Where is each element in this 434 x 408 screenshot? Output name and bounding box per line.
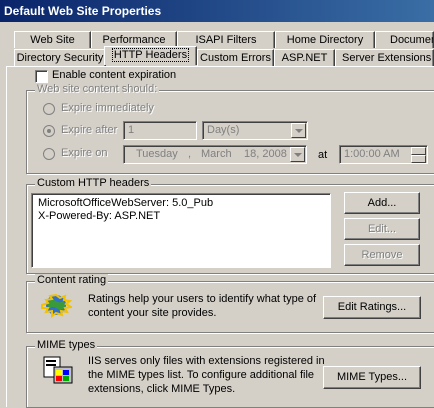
window-title: Default Web Site Properties — [0, 0, 434, 22]
list-item[interactable]: X-Powered-By: ASP.NET — [38, 210, 324, 223]
date-day-year: 18, 2008 — [244, 148, 287, 160]
content-rating-text-line1: Ratings help your users to identify what… — [88, 293, 317, 305]
tab-label: Documents — [390, 34, 433, 46]
tab-label: ASP.NET — [281, 52, 328, 64]
enable-expiration-checkbox[interactable] — [35, 70, 48, 83]
date-day: Tuesday — [136, 148, 178, 160]
mime-types-icon — [43, 356, 73, 384]
expire-immediately-radio[interactable] — [43, 103, 55, 115]
tab-custom-errors[interactable]: Custom Errors — [197, 49, 274, 66]
tab-label: HTTP Headers — [111, 48, 190, 62]
tab-directory-security[interactable]: Directory Security — [14, 49, 106, 66]
custom-headers-legend: Custom HTTP headers — [35, 177, 152, 189]
expire-immediately-label: Expire immediately — [61, 102, 154, 114]
mime-text-line2: the MIME types list. To configure additi… — [88, 369, 315, 381]
mime-types-legend: MIME types — [35, 339, 98, 351]
spin-up-icon[interactable] — [411, 147, 426, 155]
tab-label: Custom Errors — [200, 52, 271, 64]
expire-on-radio[interactable] — [43, 148, 55, 160]
content-rating-icon — [41, 293, 72, 318]
mime-types-button[interactable]: MIME Types... — [323, 366, 421, 389]
remove-header-button[interactable]: Remove — [344, 244, 420, 266]
chevron-down-icon[interactable] — [290, 147, 305, 162]
tab-label: Home Directory — [286, 34, 364, 46]
date-sep: , — [188, 148, 192, 160]
tab-web-site[interactable]: Web Site — [14, 31, 91, 48]
tab-documents[interactable]: Documents — [375, 31, 434, 48]
at-label: at — [318, 149, 328, 161]
tab-home-directory[interactable]: Home Directory — [275, 31, 375, 48]
tab-label: Performance — [102, 34, 166, 46]
enable-expiration-label: Enable content expiration — [52, 69, 177, 81]
expire-on-time-input[interactable]: 1:00:00 AM — [339, 145, 428, 164]
expire-after-unit-select[interactable]: Day(s) — [202, 121, 308, 140]
tab-label: ISAPI Filters — [195, 34, 257, 46]
expire-on-label: Expire on — [61, 147, 108, 159]
expire-after-value-input[interactable]: 1 — [123, 121, 197, 140]
tab-http-headers[interactable]: HTTP Headers — [104, 46, 197, 65]
time-value: 1:00:00 AM — [344, 148, 400, 160]
expire-on-date-picker[interactable]: Tuesday , March 18, 2008 — [123, 145, 307, 164]
content-rating-text-line2: content your site provides. — [88, 307, 217, 319]
tab-label: Web Site — [30, 34, 75, 46]
custom-headers-list[interactable]: MicrosoftOfficeWebServer: 5.0_Pub X-Powe… — [31, 193, 331, 268]
mime-text-line1: IIS serves only files with extensions re… — [88, 355, 325, 367]
chevron-down-icon[interactable] — [291, 123, 306, 138]
tab-label: Server Extensions 2002 — [342, 52, 433, 64]
expire-after-radio[interactable] — [43, 125, 55, 137]
list-item[interactable]: MicrosoftOfficeWebServer: 5.0_Pub — [38, 197, 324, 210]
mime-text-line3: extensions, click MIME Types. — [88, 383, 236, 395]
edit-header-button[interactable]: Edit... — [344, 218, 420, 240]
expiration-should-label: Web site content should: — [35, 83, 160, 95]
edit-ratings-button[interactable]: Edit Ratings... — [323, 296, 421, 319]
tab-label: Directory Security — [16, 52, 104, 64]
tab-asp-net[interactable]: ASP.NET — [274, 49, 335, 66]
add-header-button[interactable]: Add... — [344, 192, 420, 214]
tab-server-extensions[interactable]: Server Extensions 2002 — [335, 49, 434, 66]
spin-down-icon[interactable] — [411, 155, 426, 163]
expire-after-unit-value: Day(s) — [207, 124, 240, 136]
expire-after-label: Expire after — [61, 124, 118, 136]
content-rating-legend: Content rating — [35, 274, 109, 286]
date-month: March — [201, 148, 232, 160]
